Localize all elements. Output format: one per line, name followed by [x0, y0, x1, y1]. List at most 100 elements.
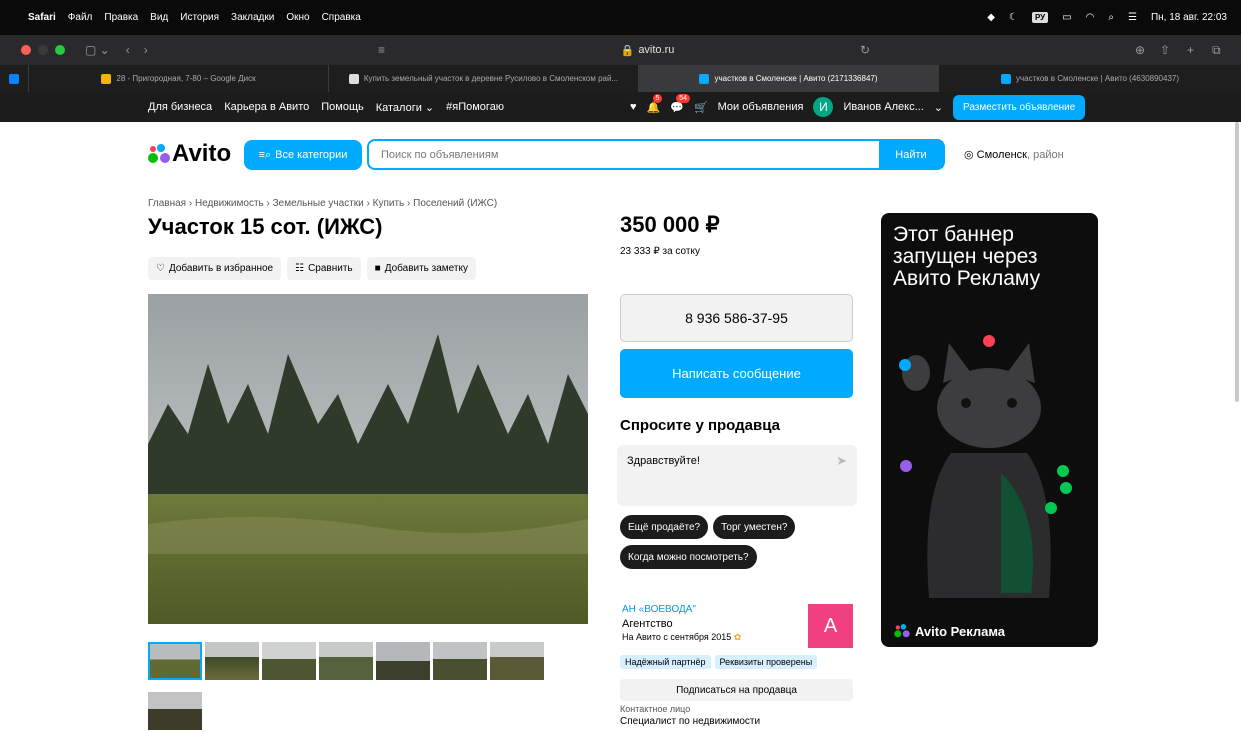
seller-name[interactable]: АН «ВОЕВОДА"	[622, 604, 741, 615]
tab-listing-rusilovo[interactable]: Купить земельный участок в деревне Русил…	[328, 65, 638, 92]
tab-avito-2[interactable]: участков в Смоленске | Авито (4630890437…	[938, 65, 1241, 92]
sidebar-icon[interactable]: ▢ ⌄	[85, 43, 110, 57]
breadcrumb[interactable]: Главная › Недвижимость › Земельные участ…	[148, 198, 497, 209]
medal-icon: ✿	[733, 632, 742, 642]
input-language[interactable]: РУ	[1031, 12, 1049, 23]
quick-question-chip[interactable]: Когда можно посмотреть?	[620, 545, 757, 569]
search-button[interactable]: Найти	[879, 141, 943, 168]
nav-catalogs[interactable]: Каталоги ⌄	[376, 101, 434, 114]
clock[interactable]: Пн, 18 авг. 22:03	[1151, 12, 1227, 23]
location-selector[interactable]: ◎ Смоленск, район	[964, 148, 1064, 161]
nav-career[interactable]: Карьера в Авито	[224, 101, 309, 113]
add-note-button[interactable]: ■ Добавить заметку	[366, 257, 476, 280]
heart-icon: ♡	[156, 263, 165, 274]
search-input[interactable]: Поиск по объявлениям	[369, 149, 879, 161]
seller-tag: Надёжный партнёр	[620, 655, 711, 669]
address-bar[interactable]: 🔒 avito.ru	[410, 40, 885, 60]
menu-bookmarks[interactable]: Закладки	[231, 12, 274, 23]
new-tab-icon[interactable]: +	[1187, 43, 1194, 57]
battery-icon[interactable]: ▭	[1062, 12, 1071, 23]
user-avatar[interactable]: И	[813, 97, 834, 117]
photo-thumbnails	[148, 642, 544, 680]
quick-question-chip[interactable]: Ещё продаёте?	[620, 515, 709, 539]
thumbnail[interactable]	[433, 642, 487, 680]
forward-icon[interactable]: ›	[144, 43, 148, 57]
thumbnail[interactable]	[262, 642, 316, 680]
contact-value: Специалист по недвижимости	[620, 716, 761, 727]
tab-overview-icon[interactable]: ⧉	[1212, 43, 1221, 58]
send-icon[interactable]: ➤	[836, 453, 847, 469]
notifications-icon[interactable]: 🔔 5	[647, 93, 663, 114]
menu-help[interactable]: Справка	[322, 12, 361, 23]
contact-label: Контактное лицо	[620, 704, 691, 714]
messages-icon[interactable]: 💬 54	[670, 93, 691, 114]
menu-file[interactable]: Файл	[68, 12, 93, 23]
add-note-label: Добавить заметку	[384, 263, 468, 274]
thumbnail[interactable]	[319, 642, 373, 680]
ask-seller-input[interactable]: Здравствуйте! ➤	[617, 445, 857, 506]
nav-for-business[interactable]: Для бизнеса	[148, 101, 212, 113]
all-categories-button[interactable]: ≡⌕ Все категории	[244, 140, 362, 170]
avito-logo[interactable]: Avito	[148, 140, 231, 168]
lucky-cat-illustration	[899, 335, 1072, 598]
seller-info: АН «ВОЕВОДА" Агентство На Авито с сентяб…	[622, 604, 741, 643]
my-ads-link[interactable]: Мои объявления	[718, 101, 804, 113]
cart-icon[interactable]: 🛒	[694, 101, 708, 114]
price-per-unit: 23 333 ₽ за сотку	[620, 246, 700, 257]
minimize-window-button[interactable]	[38, 45, 48, 55]
nav-ya-pomogayu[interactable]: #яПомогаю	[446, 101, 504, 113]
zoom-window-button[interactable]	[55, 45, 65, 55]
field-photo-image	[148, 294, 588, 624]
listing-title: Участок 15 сот. (ИЖС)	[148, 214, 383, 239]
menu-history[interactable]: История	[180, 12, 219, 23]
menu-edit[interactable]: Правка	[104, 12, 138, 23]
wifi-icon[interactable]: ◠	[1086, 12, 1095, 23]
search-icon[interactable]: ⌕	[1108, 12, 1114, 23]
post-ad-button[interactable]: Разместить объявление	[952, 94, 1086, 120]
pinned-tab[interactable]	[0, 65, 28, 92]
page-menu-icon[interactable]: ≡	[378, 43, 385, 57]
favorites-icon[interactable]: ♥	[630, 101, 637, 113]
share-icon[interactable]: ⇧	[1160, 43, 1170, 57]
all-categories-label: Все категории	[275, 149, 348, 161]
thumbnail[interactable]	[205, 642, 259, 680]
quick-question-chip[interactable]: Торг уместен?	[713, 515, 796, 539]
seller-avatar[interactable]: А	[808, 604, 853, 648]
thumbnail[interactable]	[148, 642, 202, 680]
control-center-icon[interactable]: ◆	[987, 12, 995, 23]
seller-tags: Надёжный партнёр Реквизиты проверены	[620, 655, 818, 669]
messages-count: 54	[676, 93, 691, 103]
main-photo[interactable]	[148, 294, 588, 624]
downloads-icon[interactable]: ⊕	[1135, 43, 1145, 57]
close-window-button[interactable]	[21, 45, 31, 55]
search-bar: Поиск по объявлениям Найти	[367, 139, 945, 170]
chevron-down-icon[interactable]: ⌄	[934, 101, 943, 114]
nav-help[interactable]: Помощь	[321, 101, 364, 113]
banner-footer-text: Avito Реклама	[915, 623, 1006, 639]
menu-safari[interactable]: Safari	[28, 12, 56, 23]
avito-logo-icon	[148, 144, 170, 164]
thumbnail[interactable]	[148, 692, 202, 730]
reload-icon[interactable]: ↻	[860, 43, 870, 57]
write-message-button[interactable]: Написать сообщение	[620, 349, 853, 398]
compare-button[interactable]: ☷ Сравнить	[287, 257, 361, 280]
thumbnail[interactable]	[490, 642, 544, 680]
back-icon[interactable]: ‹	[126, 43, 130, 57]
user-name[interactable]: Иванов Алекс...	[843, 101, 923, 113]
moon-icon[interactable]: ☾	[1009, 12, 1018, 23]
show-phone-button[interactable]: 8 936 586-37-95	[620, 294, 853, 342]
note-icon: ■	[374, 263, 381, 274]
toggle-icon[interactable]: ☰	[1128, 12, 1137, 23]
menu-window[interactable]: Окно	[286, 12, 309, 23]
tab-google-drive[interactable]: 28 - Пригородная, 7-80 – Google Диск	[28, 65, 328, 92]
seller-type: Агентство	[622, 618, 673, 630]
ask-seller-title: Спросите у продавца	[620, 417, 780, 434]
page-scrollbar[interactable]	[1235, 122, 1239, 402]
ad-banner[interactable]: Этот баннер запущен через Авито Рекламу …	[881, 213, 1098, 647]
tab-avito-active[interactable]: участков в Смоленске | Авито (2171336847…	[638, 65, 938, 92]
menu-view[interactable]: Вид	[150, 12, 168, 23]
add-to-favorites-button[interactable]: ♡ Добавить в избранное	[148, 257, 282, 280]
seller-tag: Реквизиты проверены	[714, 655, 818, 669]
subscribe-seller-button[interactable]: Подписаться на продавца	[620, 679, 853, 701]
thumbnail[interactable]	[376, 642, 430, 680]
